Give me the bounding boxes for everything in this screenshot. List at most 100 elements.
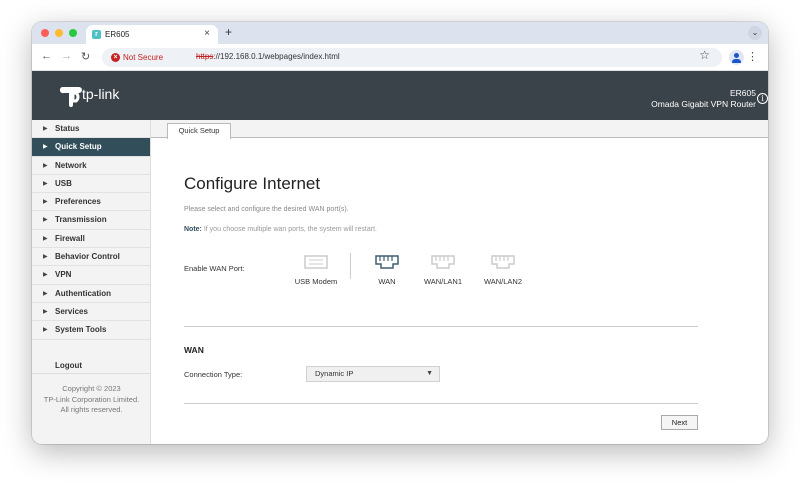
copyright: Copyright © 2023 TP-Link Corporation Lim… xyxy=(32,384,151,416)
copyright-line: All rights reserved. xyxy=(60,405,123,414)
security-indicator[interactable]: × Not Secure xyxy=(106,50,169,65)
caret-right-icon: ▶ xyxy=(43,217,48,224)
model-name: ER605 xyxy=(730,88,756,98)
sidebar-item-label: Behavior Control xyxy=(55,252,120,262)
wan-section-title: WAN xyxy=(184,345,204,355)
sidebar-item-authentication[interactable]: ▶ Authentication xyxy=(32,285,150,303)
forward-arrow-icon[interactable]: → xyxy=(61,50,72,62)
logout-link[interactable]: Logout xyxy=(55,361,82,370)
port-label: WAN/LAN1 xyxy=(423,277,463,286)
port-usb-modem[interactable]: USB Modem xyxy=(286,255,346,286)
page-title: Configure Internet xyxy=(184,174,321,193)
sidebar-item-system-tools[interactable]: ▶ System Tools xyxy=(32,321,150,340)
browser-toolbar: ← → ↻ × Not Secure https://192.168.0.1/w… xyxy=(32,44,768,71)
back-arrow-icon[interactable]: ← xyxy=(41,50,52,62)
new-tab-icon[interactable]: + xyxy=(225,25,232,39)
content-tabs: Quick Setup xyxy=(151,120,768,139)
note-text: If you choose multiple wan ports, the sy… xyxy=(201,226,377,233)
minimize-window-button[interactable] xyxy=(55,29,63,37)
port-separator xyxy=(350,253,351,279)
caret-right-icon: ▶ xyxy=(43,272,48,279)
sidebar-item-firewall[interactable]: ▶ Firewall xyxy=(32,230,150,249)
caret-right-icon: ▶ xyxy=(43,180,48,187)
close-window-button[interactable] xyxy=(41,29,49,37)
sidebar-item-behavior-control[interactable]: ▶ Behavior Control xyxy=(32,248,150,267)
port-wan-lan1[interactable]: WAN/LAN1 xyxy=(413,255,473,286)
sidebar-item-label: Quick Setup xyxy=(55,142,102,152)
sidebar-menu: ▶ Status ▶ Quick Setup ▶ Network ▶ USB ▶ Pref… xyxy=(32,120,151,444)
browser-window: r ER605 × + ⌄ ← → ↻ × Not Secure https:/… xyxy=(32,22,768,444)
sidebar-item-label: USB xyxy=(55,178,72,188)
copyright-line: Copyright © 2023 xyxy=(62,384,121,393)
tp-link-mark-icon xyxy=(60,87,82,107)
connection-type-value: Dynamic IP xyxy=(315,369,354,378)
sidebar-item-label: Services xyxy=(55,306,88,316)
caret-right-icon: ▶ xyxy=(43,254,48,261)
port-wan-lan2[interactable]: WAN/LAN2 xyxy=(473,255,533,286)
address-bar[interactable]: × Not Secure https://192.168.0.1/webpage… xyxy=(102,48,722,67)
tab-close-icon[interactable]: × xyxy=(204,28,210,39)
tab-strip: r ER605 × + ⌄ xyxy=(32,22,768,44)
reload-icon[interactable]: ↻ xyxy=(81,50,90,63)
sidebar-item-transmission[interactable]: ▶ Transmission xyxy=(32,211,150,230)
caret-right-icon: ▶ xyxy=(43,199,48,206)
caret-right-icon: ▶ xyxy=(43,144,48,151)
tab-search-chevron-icon[interactable]: ⌄ xyxy=(748,26,762,40)
page-description: Please select and configure the desired … xyxy=(184,206,349,213)
product-name: Omada Gigabit VPN Router xyxy=(651,99,756,109)
sidebar-item-status[interactable]: ▶ Status xyxy=(32,120,150,139)
connection-type-label: Connection Type: xyxy=(184,370,243,379)
note-label: Note: xyxy=(184,226,202,233)
sidebar-item-quick-setup[interactable]: ▶ Quick Setup xyxy=(32,138,150,157)
port-label: USB Modem xyxy=(294,277,338,286)
bookmark-star-icon[interactable]: ☆ xyxy=(699,48,710,62)
caret-right-icon: ▶ xyxy=(43,308,48,315)
tab-title: ER605 xyxy=(105,30,130,39)
enable-wan-port-label: Enable WAN Port: xyxy=(184,264,245,273)
sidebar-item-preferences[interactable]: ▶ Preferences xyxy=(32,193,150,212)
next-button[interactable]: Next xyxy=(661,415,698,430)
url-protocol: https xyxy=(196,52,214,61)
usb-modem-icon xyxy=(304,255,328,269)
sidebar-divider xyxy=(32,373,151,374)
caret-right-icon: ▶ xyxy=(43,126,48,132)
ethernet-port-icon xyxy=(375,255,399,269)
connection-type-select[interactable]: Dynamic IP ▼ xyxy=(306,366,440,382)
caret-right-icon: ▶ xyxy=(43,235,48,242)
section-divider xyxy=(184,326,698,327)
logo-text: tp-link xyxy=(82,86,120,102)
tab-quick-setup[interactable]: Quick Setup xyxy=(167,123,231,139)
port-label: WAN/LAN2 xyxy=(483,277,523,286)
maximize-window-button[interactable] xyxy=(69,29,77,37)
profile-avatar-icon[interactable] xyxy=(729,50,744,65)
tp-link-logo: tp-link xyxy=(60,84,130,108)
sidebar-item-label: Preferences xyxy=(55,197,101,207)
caret-right-icon: ▶ xyxy=(43,290,48,297)
sidebar-item-label: Network xyxy=(55,160,87,170)
section-divider xyxy=(184,403,698,404)
main-content: Quick Setup Configure Internet Please se… xyxy=(151,120,768,444)
sidebar-item-label: Authentication xyxy=(55,288,111,298)
sidebar-item-label: Status xyxy=(55,124,80,133)
sidebar-item-vpn[interactable]: ▶ VPN xyxy=(32,266,150,285)
ethernet-port-icon xyxy=(491,255,515,269)
sidebar-item-services[interactable]: ▶ Services xyxy=(32,303,150,322)
info-icon[interactable]: i xyxy=(757,93,768,104)
browser-menu-icon[interactable]: ⋮ xyxy=(747,50,758,63)
caret-right-icon: ▶ xyxy=(43,162,48,169)
copyright-line: TP-Link Corporation Limited. xyxy=(43,394,140,404)
sidebar-item-usb[interactable]: ▶ USB xyxy=(32,175,150,194)
ethernet-port-icon xyxy=(431,255,455,269)
sidebar-item-label: Firewall xyxy=(55,233,85,243)
restart-note: Note: If you choose multiple wan ports, … xyxy=(184,226,377,233)
port-label: WAN xyxy=(378,277,396,286)
caret-right-icon: ▶ xyxy=(43,327,48,334)
model-info: ER605 Omada Gigabit VPN Router xyxy=(651,88,756,110)
sidebar-item-network[interactable]: ▶ Network xyxy=(32,157,150,175)
not-secure-icon: × xyxy=(111,53,120,62)
security-label: Not Secure xyxy=(123,53,164,62)
sidebar-item-label: System Tools xyxy=(55,325,107,335)
port-wan[interactable]: WAN xyxy=(357,255,417,286)
browser-tab[interactable]: r ER605 × xyxy=(86,25,218,44)
router-header: tp-link ER605 Omada Gigabit VPN Router i xyxy=(32,71,768,120)
